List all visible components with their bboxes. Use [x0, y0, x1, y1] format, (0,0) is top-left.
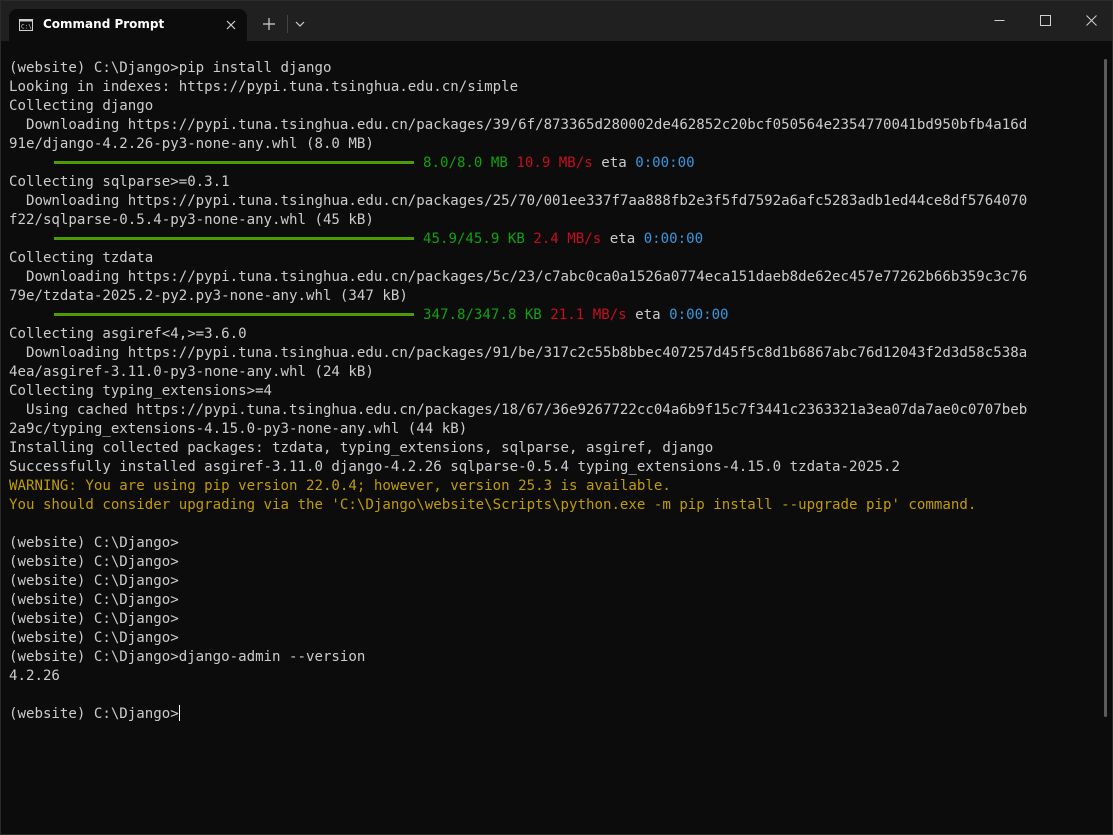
- console-line: Collecting tzdata: [9, 250, 154, 266]
- console-output[interactable]: (website) C:\Django>pip install django L…: [9, 59, 1101, 819]
- console-line: f22/sqlparse-0.5.4-py3-none-any.whl (45 …: [9, 212, 374, 228]
- console-line: Collecting asgiref<4,>=3.6.0: [9, 326, 247, 342]
- progress-eta: 0:00:00: [669, 307, 729, 323]
- console-line: Downloading https://pypi.tuna.tsinghua.e…: [9, 269, 1028, 285]
- minimize-button[interactable]: [976, 1, 1022, 41]
- tab-divider: [287, 15, 288, 33]
- progress-line: 8.0/8.0 MB 10.9 MB/s eta 0:00:00: [9, 154, 1101, 173]
- console-line: Installing collected packages: tzdata, t…: [9, 440, 714, 456]
- prompt-line: (website) C:\Django>: [9, 554, 179, 570]
- console-line: 4ea/asgiref-3.11.0-py3-none-any.whl (24 …: [9, 364, 374, 380]
- plus-icon[interactable]: [259, 14, 279, 34]
- progress-size: 8.0/8.0 MB: [423, 155, 508, 171]
- console-line: Looking in indexes: https://pypi.tuna.ts…: [9, 79, 519, 95]
- progress-bar: [54, 160, 414, 164]
- tab-command-prompt[interactable]: C:\ Command Prompt: [9, 9, 247, 41]
- prompt: (website) C:\Django>: [9, 706, 179, 722]
- close-icon: [1086, 15, 1097, 26]
- console-line: Using cached https://pypi.tuna.tsinghua.…: [9, 402, 1028, 418]
- warning-line: You should consider upgrading via the 'C…: [9, 497, 977, 513]
- progress-line: 45.9/45.9 KB 2.4 MB/s eta 0:00:00: [9, 230, 1101, 249]
- progress-size: 45.9/45.9 KB: [423, 231, 525, 247]
- maximize-button[interactable]: [1022, 1, 1068, 41]
- console-line: Downloading https://pypi.tuna.tsinghua.e…: [9, 193, 1028, 209]
- scrollbar[interactable]: [1104, 59, 1107, 717]
- console-line: Collecting typing_extensions>=4: [9, 383, 273, 399]
- prompt-line: (website) C:\Django>: [9, 592, 179, 608]
- prompt-line: (website) C:\Django>: [9, 535, 179, 551]
- cmd-icon: C:\: [19, 18, 33, 31]
- prompt-line: (website) C:\Django>: [9, 573, 179, 589]
- close-icon[interactable]: [225, 18, 237, 30]
- warning-line: WARNING: You are using pip version 22.0.…: [9, 478, 671, 494]
- progress-eta-label: eta: [601, 155, 627, 171]
- prompt-line: (website) C:\Django>: [9, 611, 179, 627]
- title-bar[interactable]: C:\ Command Prompt: [1, 1, 1112, 41]
- console-line: 4.2.26: [9, 668, 60, 684]
- console-line: Collecting django: [9, 98, 154, 114]
- progress-eta-label: eta: [635, 307, 661, 323]
- progress-speed: 21.1 MB/s: [550, 307, 627, 323]
- console-line: Collecting sqlparse>=0.3.1: [9, 174, 230, 190]
- console-line: (website) C:\Django>pip install django: [9, 60, 332, 76]
- chevron-down-icon[interactable]: [291, 15, 309, 33]
- minimize-icon: [994, 20, 1005, 21]
- active-prompt-line[interactable]: (website) C:\Django>: [9, 705, 1101, 724]
- maximize-icon: [1040, 15, 1051, 26]
- svg-text:C:\: C:\: [21, 24, 32, 31]
- text-cursor: [178, 705, 180, 721]
- progress-eta: 0:00:00: [643, 231, 704, 247]
- progress-line: 347.8/347.8 KB 21.1 MB/s eta 0:00:00: [9, 306, 1101, 325]
- progress-eta: 0:00:00: [635, 155, 695, 171]
- console-line: (website) C:\Django>django-admin --versi…: [9, 649, 366, 665]
- terminal-window: C:\ Command Prompt (website) C:\Django>p…: [0, 0, 1113, 835]
- progress-eta-label: eta: [609, 231, 636, 247]
- close-button[interactable]: [1068, 1, 1112, 41]
- progress-speed: 2.4 MB/s: [533, 231, 602, 247]
- console-line: 2a9c/typing_extensions-4.15.0-py3-none-a…: [9, 421, 468, 437]
- prompt-line: (website) C:\Django>: [9, 630, 179, 646]
- console-line: 79e/tzdata-2025.2-py2.py3-none-any.whl (…: [9, 288, 408, 304]
- console-line: Downloading https://pypi.tuna.tsinghua.e…: [9, 117, 1028, 133]
- console-line: Downloading https://pypi.tuna.tsinghua.e…: [9, 345, 1028, 361]
- console-line: Successfully installed asgiref-3.11.0 dj…: [9, 459, 900, 475]
- console-line: 91e/django-4.2.26-py3-none-any.whl (8.0 …: [9, 136, 374, 152]
- progress-speed: 10.9 MB/s: [516, 155, 593, 171]
- tab-title: Command Prompt: [43, 17, 165, 31]
- progress-size: 347.8/347.8 KB: [423, 307, 542, 323]
- progress-bar: [54, 236, 414, 240]
- progress-bar: [54, 312, 414, 316]
